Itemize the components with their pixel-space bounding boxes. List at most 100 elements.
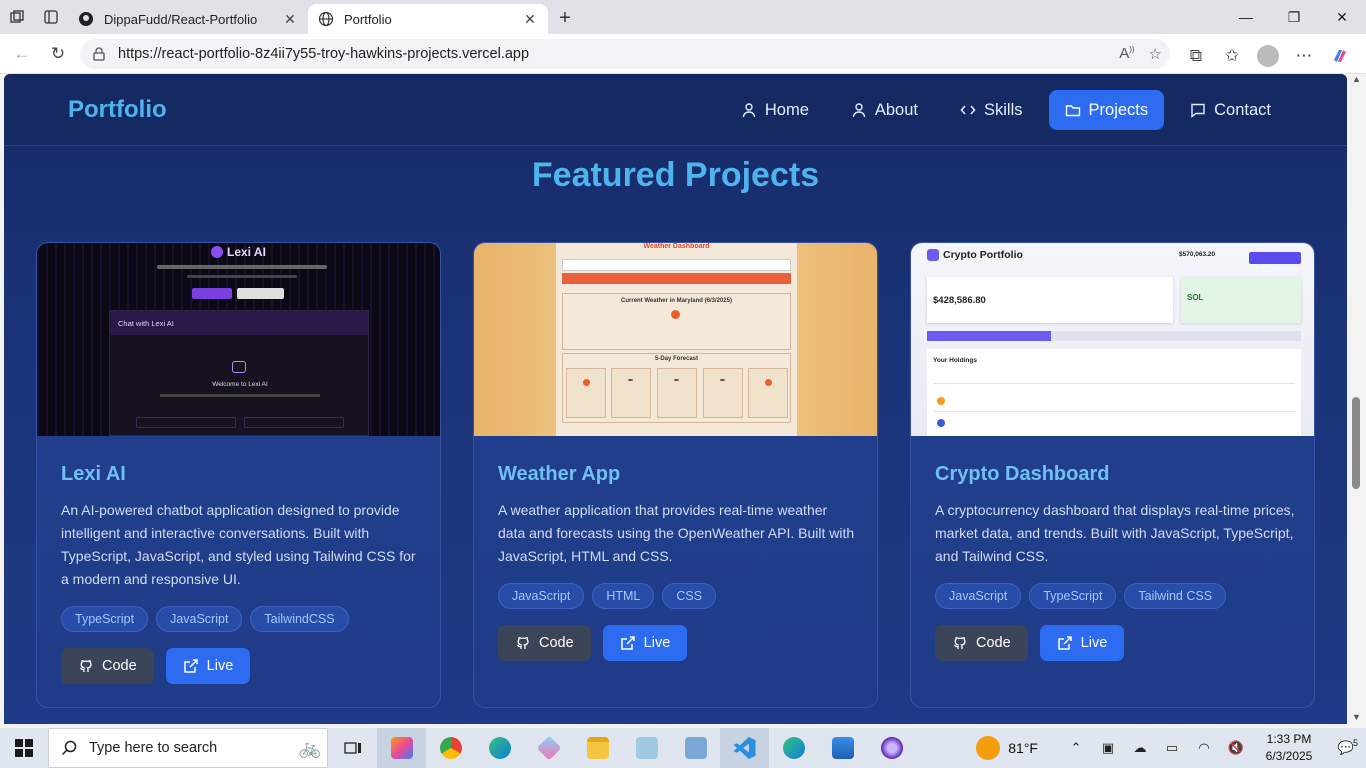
project-screenshot: Lexi AI Chat with Lexi AI Welcome to Lex… bbox=[37, 243, 440, 436]
weather-temp[interactable]: 81°F bbox=[1008, 740, 1038, 756]
windows-taskbar: Type here to search 🚲 81°F ⌃ ▣ ☁ ▭ ◠ 🔇 1… bbox=[0, 728, 1366, 768]
code-button[interactable]: Code bbox=[935, 625, 1028, 661]
tech-tag: JavaScript bbox=[156, 606, 243, 632]
read-aloud-icon[interactable]: A)) bbox=[1119, 45, 1134, 63]
preview-title: Weather Dashboard bbox=[643, 243, 710, 250]
browser-tab-github[interactable]: DippaFudd/React-Portfolio ✕ bbox=[68, 4, 308, 34]
preview-holdings: Your Holdings bbox=[933, 357, 977, 364]
close-tab-icon[interactable]: ✕ bbox=[522, 11, 538, 28]
scrollbar-thumb[interactable] bbox=[1352, 397, 1360, 489]
favorite-star-icon[interactable]: ☆ bbox=[1149, 45, 1162, 63]
photos-icon[interactable] bbox=[818, 728, 867, 768]
media-app-icon[interactable] bbox=[867, 728, 916, 768]
site-info-icon[interactable] bbox=[92, 47, 110, 61]
tab-actions-icon[interactable] bbox=[34, 0, 68, 34]
windows-logo-icon bbox=[15, 739, 33, 757]
preview-chat-header: Chat with Lexi AI bbox=[110, 311, 368, 335]
browser-tab-portfolio[interactable]: Portfolio ✕ bbox=[308, 4, 548, 34]
app-window-icon[interactable] bbox=[671, 728, 720, 768]
scroll-up-icon[interactable]: ▲ bbox=[1351, 74, 1362, 84]
external-link-icon bbox=[620, 636, 635, 650]
live-button[interactable]: Live bbox=[165, 648, 251, 684]
project-description: A weather application that provides real… bbox=[498, 502, 855, 564]
code-button[interactable]: Code bbox=[498, 625, 591, 661]
live-button[interactable]: Live bbox=[1039, 625, 1125, 661]
address-bar[interactable]: https://react-portfolio-8z4ii7y55-troy-h… bbox=[80, 39, 1170, 69]
portfolio-page: Portfolio Home About Skills Projects Con… bbox=[4, 74, 1347, 724]
nav-item-projects[interactable]: Projects bbox=[1048, 90, 1165, 130]
site-nav-menu: Home About Skills Projects Contact bbox=[725, 90, 1287, 130]
chrome-icon[interactable] bbox=[426, 728, 475, 768]
back-icon[interactable]: ← bbox=[4, 36, 40, 72]
chevron-up-icon[interactable]: ⌃ bbox=[1060, 740, 1092, 756]
close-tab-icon[interactable]: ✕ bbox=[282, 11, 298, 28]
bot-icon bbox=[232, 361, 246, 373]
nav-item-about[interactable]: About bbox=[835, 90, 934, 130]
browser-tools: ⧉ ✩ ⋯ bbox=[1178, 38, 1358, 74]
system-tray: 81°F ⌃ ▣ ☁ ▭ ◠ 🔇 1:33 PM 6/3/2025 💬 5 bbox=[976, 728, 1366, 768]
new-tab-button[interactable]: + bbox=[548, 4, 582, 34]
page-scrollbar[interactable]: ▲ ▼ bbox=[1347, 74, 1366, 724]
scroll-down-icon[interactable]: ▼ bbox=[1351, 712, 1362, 722]
preview-portfolio-value: $428,586.80 bbox=[933, 295, 986, 306]
clock-date: 6/3/2025 bbox=[1265, 749, 1313, 763]
tab-title: Portfolio bbox=[344, 11, 392, 27]
power-automate-icon[interactable] bbox=[524, 728, 573, 768]
profile-avatar[interactable] bbox=[1250, 38, 1286, 74]
edge-icon[interactable] bbox=[475, 728, 524, 768]
notification-icon[interactable]: 💬 5 bbox=[1326, 738, 1366, 756]
nav-item-label: Projects bbox=[1088, 100, 1149, 119]
more-menu-icon[interactable]: ⋯ bbox=[1286, 38, 1322, 74]
clock[interactable]: 1:33 PM 6/3/2025 bbox=[1252, 731, 1326, 765]
nav-item-contact[interactable]: Contact bbox=[1174, 90, 1287, 130]
copilot-app-icon[interactable] bbox=[377, 728, 426, 768]
favorites-icon[interactable]: ✩ bbox=[1214, 38, 1250, 74]
tech-tag: JavaScript bbox=[935, 583, 1022, 609]
search-placeholder: Type here to search bbox=[89, 740, 218, 756]
project-title: Weather App bbox=[498, 463, 621, 485]
project-screenshot: Weather Dashboard Current Weather in Mar… bbox=[474, 243, 877, 436]
project-description: A cryptocurrency dashboard that displays… bbox=[935, 502, 1295, 564]
taskbar-search[interactable]: Type here to search 🚲 bbox=[48, 728, 328, 768]
live-button[interactable]: Live bbox=[602, 625, 688, 661]
notepad-icon[interactable] bbox=[622, 728, 671, 768]
extensions-icon[interactable]: ⧉ bbox=[1178, 38, 1214, 74]
start-button[interactable] bbox=[0, 728, 48, 768]
meet-now-icon[interactable]: ▣ bbox=[1092, 740, 1124, 756]
maximize-icon[interactable]: ❐ bbox=[1270, 0, 1318, 34]
tech-tags: TypeScript JavaScript TailwindCSS bbox=[61, 606, 349, 632]
search-icon bbox=[61, 740, 77, 756]
close-window-icon[interactable]: ✕ bbox=[1318, 0, 1366, 34]
minimize-icon[interactable]: — bbox=[1222, 0, 1270, 34]
volume-mute-icon[interactable]: 🔇 bbox=[1220, 740, 1252, 756]
browser-tab-bar: DippaFudd/React-Portfolio ✕ Portfolio ✕ … bbox=[0, 0, 1366, 34]
nav-item-label: Home bbox=[764, 100, 809, 119]
vscode-icon[interactable] bbox=[720, 728, 769, 768]
weather-icon[interactable] bbox=[976, 736, 1001, 760]
tech-tag: Tailwind CSS bbox=[1124, 583, 1227, 609]
nav-item-skills[interactable]: Skills bbox=[944, 90, 1039, 130]
user-icon bbox=[852, 103, 866, 118]
site-brand[interactable]: Portfolio bbox=[68, 96, 167, 124]
workspaces-icon[interactable] bbox=[0, 0, 34, 34]
bicycle-icon: 🚲 bbox=[298, 737, 321, 758]
battery-icon[interactable]: ▭ bbox=[1156, 740, 1188, 756]
refresh-icon[interactable]: ↻ bbox=[40, 36, 76, 72]
code-button[interactable]: Code bbox=[61, 648, 154, 684]
preview-title: Crypto Portfolio bbox=[927, 249, 1023, 261]
copilot-icon[interactable] bbox=[1322, 38, 1358, 74]
nav-item-label: Skills bbox=[984, 100, 1023, 119]
site-navbar: Portfolio Home About Skills Projects Con… bbox=[4, 74, 1347, 146]
edge-alt-icon[interactable] bbox=[769, 728, 818, 768]
wifi-icon[interactable]: ◠ bbox=[1188, 740, 1220, 756]
clock-time: 1:33 PM bbox=[1266, 732, 1312, 746]
nav-item-label: Contact bbox=[1214, 100, 1271, 119]
external-link-icon bbox=[1057, 636, 1072, 650]
browser-toolbar: ← ↻ https://react-portfolio-8z4ii7y55-tr… bbox=[0, 34, 1366, 74]
file-explorer-icon[interactable] bbox=[573, 728, 622, 768]
task-view-icon[interactable] bbox=[328, 728, 377, 768]
github-icon bbox=[517, 637, 529, 649]
project-card-crypto-dashboard: Crypto Portfolio $570,063.20 $428,586.80… bbox=[910, 242, 1315, 708]
nav-item-home[interactable]: Home bbox=[725, 90, 825, 130]
onedrive-icon[interactable]: ☁ bbox=[1124, 740, 1156, 756]
